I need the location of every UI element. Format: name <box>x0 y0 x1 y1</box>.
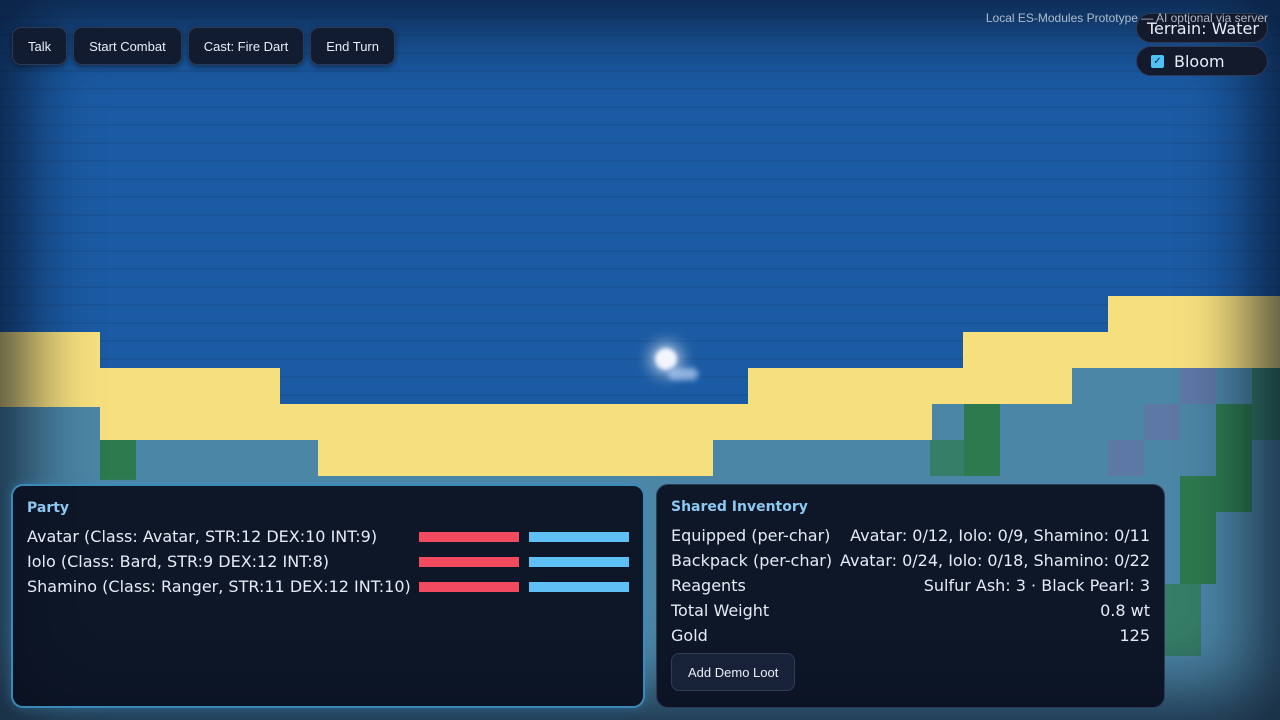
checkmark-icon[interactable]: ✓ <box>1151 54 1164 68</box>
action-toolbar: Talk Start Combat Cast: Fire Dart End Tu… <box>12 27 395 65</box>
row-value: 125 <box>1119 626 1150 645</box>
app-subtitle: Local ES-Modules Prototype — AI optional… <box>985 11 1268 25</box>
end-turn-button[interactable]: End Turn <box>310 27 395 65</box>
hp-bar <box>419 581 519 592</box>
inventory-row: Backpack (per-char) Avatar: 0/24, Iolo: … <box>671 548 1150 573</box>
inventory-row: Total Weight 0.8 wt <box>671 598 1150 623</box>
grass-tile <box>1180 476 1216 584</box>
hp-bar <box>419 531 519 542</box>
inventory-row: Gold 125 <box>671 623 1150 648</box>
player-shadow <box>668 368 698 380</box>
party-title: Party <box>27 500 70 516</box>
mp-bar <box>529 581 629 592</box>
row-value: Avatar: 0/12, Iolo: 0/9, Shamino: 0/11 <box>850 526 1150 545</box>
rock-tile <box>1108 440 1144 476</box>
sand-tile <box>100 368 280 440</box>
inventory-title: Shared Inventory <box>671 499 808 515</box>
row-label: Backpack (per-char) <box>671 551 833 570</box>
grass-tile <box>1252 368 1280 440</box>
member-label: Shamino (Class: Ranger, STR:11 DEX:12 IN… <box>27 577 411 596</box>
grass-tile <box>930 440 964 476</box>
bloom-toggle[interactable]: ✓ Bloom <box>1136 46 1268 76</box>
sand-tile <box>280 404 750 440</box>
add-demo-loot-button[interactable]: Add Demo Loot <box>671 653 796 691</box>
rock-tile <box>1144 404 1180 440</box>
inventory-row: Equipped (per-char) Avatar: 0/12, Iolo: … <box>671 523 1150 548</box>
row-label: Equipped (per-char) <box>671 526 831 545</box>
member-label: Iolo (Class: Bard, STR:9 DEX:12 INT:8) <box>27 552 329 571</box>
grass-tile <box>100 440 136 480</box>
bloom-label: Bloom <box>1174 51 1225 71</box>
sand-tile <box>748 368 963 440</box>
cast-fire-dart-button[interactable]: Cast: Fire Dart <box>187 27 305 65</box>
grass-tile <box>1216 404 1252 512</box>
member-label: Avatar (Class: Avatar, STR:12 DEX:10 INT… <box>27 527 378 546</box>
row-value: Avatar: 0/24, Iolo: 0/18, Shamino: 0/22 <box>839 551 1150 570</box>
row-value: Sulfur Ash: 3 · Black Pearl: 3 <box>923 576 1150 595</box>
rock-tile <box>1180 368 1216 404</box>
grass-tile <box>964 404 1000 476</box>
inventory-row: Reagents Sulfur Ash: 3 · Black Pearl: 3 <box>671 573 1150 598</box>
start-combat-button[interactable]: Start Combat <box>73 27 182 65</box>
talk-button[interactable]: Talk <box>12 27 68 65</box>
inventory-panel: Shared Inventory Equipped (per-char) Ava… <box>656 484 1165 708</box>
sand-tile <box>318 440 713 476</box>
row-value: 0.8 wt <box>1100 601 1150 620</box>
row-label: Gold <box>671 626 708 645</box>
grass-tile <box>1165 584 1201 656</box>
party-member[interactable]: Avatar (Class: Avatar, STR:12 DEX:10 INT… <box>27 524 629 549</box>
row-label: Total Weight <box>671 601 770 620</box>
player-sprite <box>655 348 677 370</box>
sand-tile <box>0 332 100 407</box>
row-label: Reagents <box>671 576 746 595</box>
hp-bar <box>419 556 519 567</box>
party-panel: Party Avatar (Class: Avatar, STR:12 DEX:… <box>11 484 645 708</box>
party-member[interactable]: Iolo (Class: Bard, STR:9 DEX:12 INT:8) <box>27 549 629 574</box>
mp-bar <box>529 531 629 542</box>
sand-tile <box>932 368 1072 404</box>
mp-bar <box>529 556 629 567</box>
sand-tile <box>1108 296 1280 368</box>
party-member[interactable]: Shamino (Class: Ranger, STR:11 DEX:12 IN… <box>27 574 629 599</box>
